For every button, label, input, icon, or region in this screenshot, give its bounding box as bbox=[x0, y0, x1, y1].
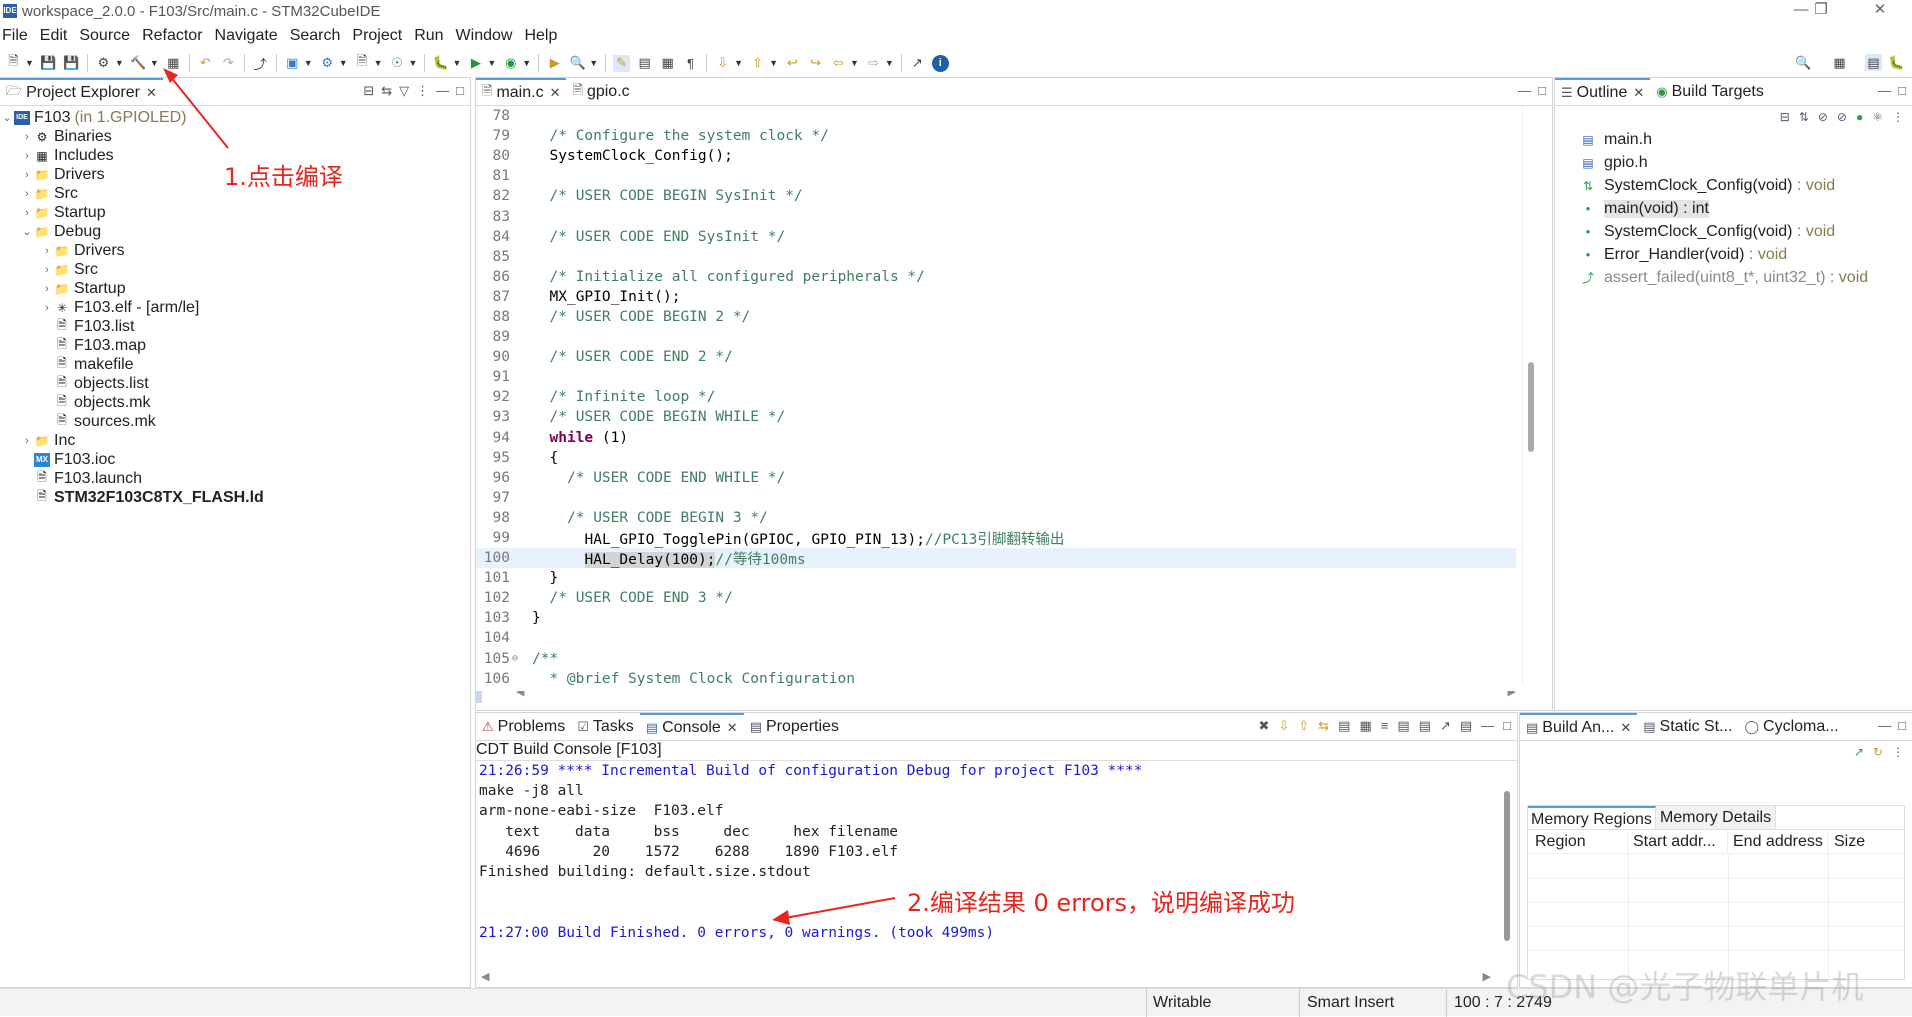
watermark: CSDN @光子物联单片机 bbox=[1506, 968, 1864, 1006]
annotation-result: 2.编译结果 0 errors，说明编译成功 bbox=[907, 889, 1296, 917]
status-insert-mode[interactable]: Smart Insert bbox=[1307, 994, 1394, 1012]
annotation-arrows bbox=[163, 68, 896, 925]
annotation-arrow-1 bbox=[169, 75, 229, 149]
status-writable: Writable bbox=[1153, 994, 1212, 1011]
annotation-arrow-2 bbox=[784, 897, 896, 919]
annotation-compile: 1.点击编译 bbox=[224, 163, 343, 191]
annotation-arrowhead-2 bbox=[772, 910, 790, 925]
annotation-arrowhead-1 bbox=[163, 68, 178, 83]
